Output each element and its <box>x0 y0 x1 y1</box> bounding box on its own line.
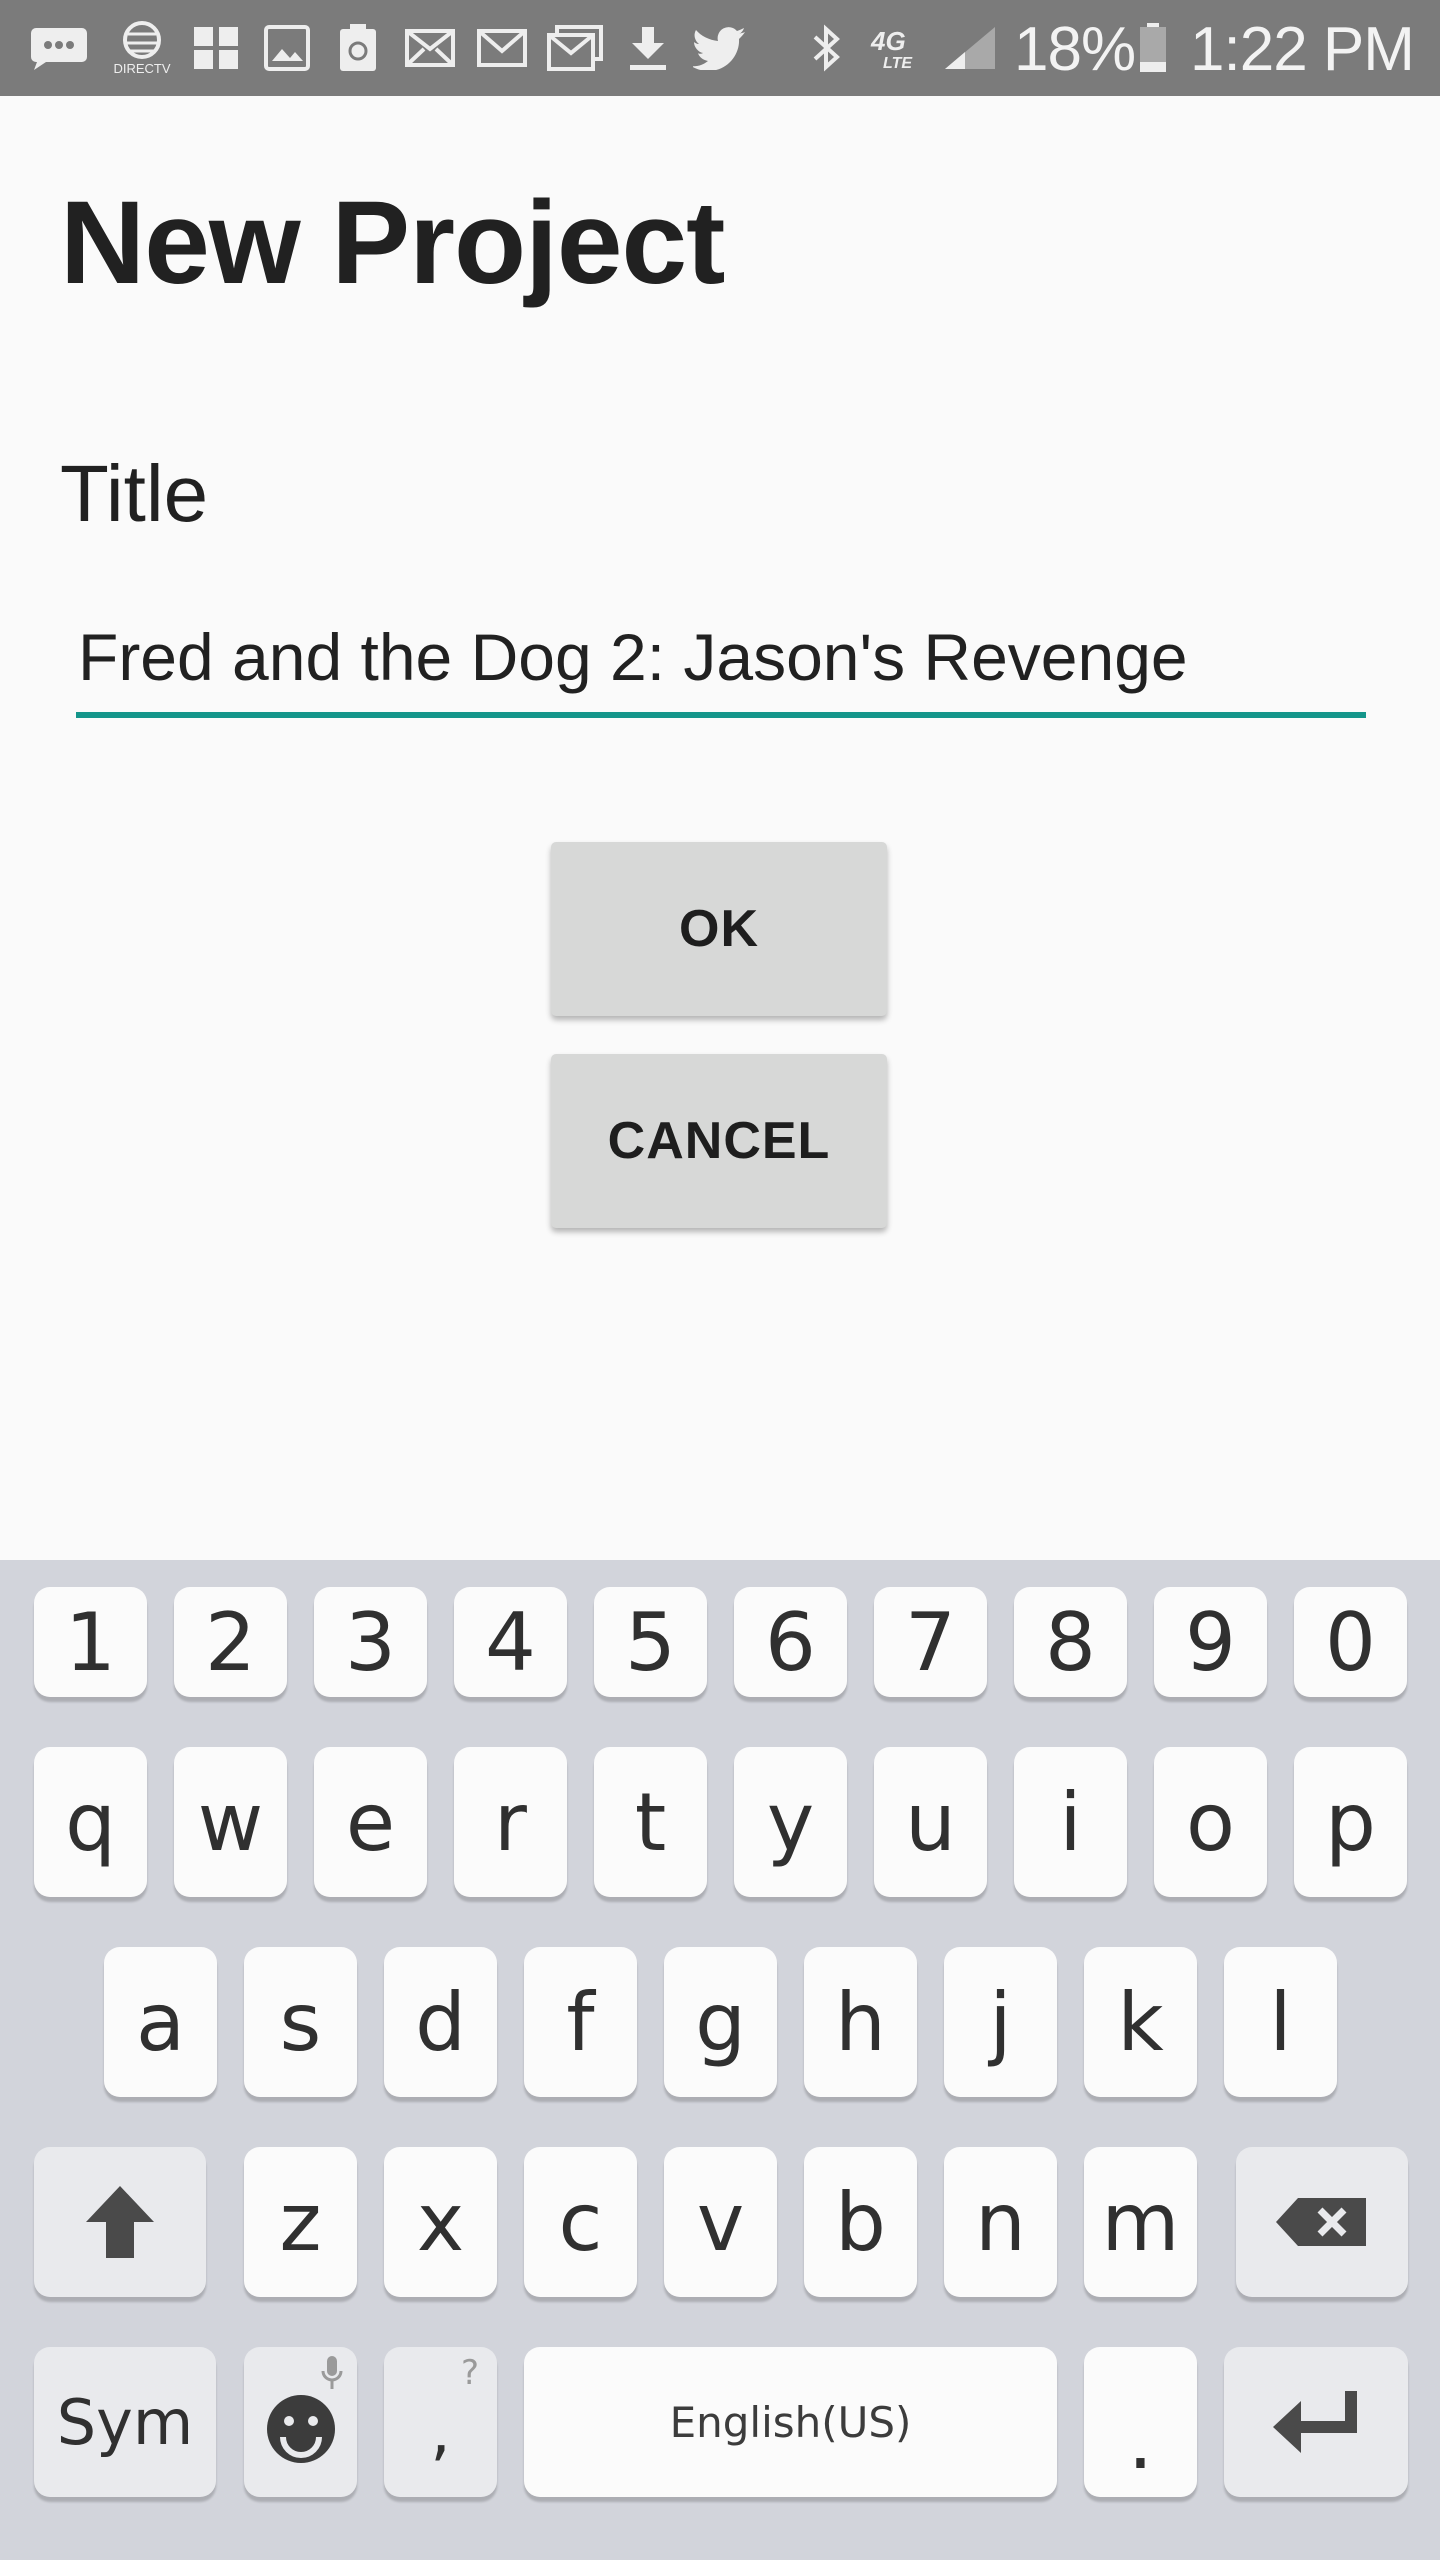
key-8[interactable]: 8 <box>1014 1587 1127 1697</box>
backspace-icon <box>1274 2196 1370 2248</box>
page-title: New Project <box>60 177 725 309</box>
ok-button[interactable]: OK <box>551 842 887 1016</box>
key-z[interactable]: z <box>244 2147 357 2297</box>
backspace-key[interactable] <box>1236 2147 1408 2297</box>
key-4[interactable]: 4 <box>454 1587 567 1697</box>
key-k[interactable]: k <box>1084 1947 1197 2097</box>
key-3[interactable]: 3 <box>314 1587 427 1697</box>
key-2[interactable]: 2 <box>174 1587 287 1697</box>
key-n[interactable]: n <box>944 2147 1057 2297</box>
key-f[interactable]: f <box>524 1947 637 2097</box>
emoji-key[interactable] <box>244 2347 357 2497</box>
key-p[interactable]: p <box>1294 1747 1407 1897</box>
key-r[interactable]: r <box>454 1747 567 1897</box>
image-icon <box>262 0 312 96</box>
title-input[interactable] <box>76 610 1366 718</box>
key-c[interactable]: c <box>524 2147 637 2297</box>
key-q[interactable]: q <box>34 1747 147 1897</box>
comma-key[interactable]: ? , <box>384 2347 497 2497</box>
key-t[interactable]: t <box>594 1747 707 1897</box>
key-7[interactable]: 7 <box>874 1587 987 1697</box>
clock: 1:22 PM <box>1190 15 1415 84</box>
key-x[interactable]: x <box>384 2147 497 2297</box>
svg-text:4G: 4G <box>870 26 906 56</box>
key-5[interactable]: 5 <box>594 1587 707 1697</box>
shift-arrow-icon <box>84 2184 156 2260</box>
directv-icon: DIRECTV <box>112 0 172 96</box>
key-u[interactable]: u <box>874 1747 987 1897</box>
key-w[interactable]: w <box>174 1747 287 1897</box>
signal-icon <box>942 0 998 96</box>
key-h[interactable]: h <box>804 1947 917 2097</box>
comma-key-hint: ? <box>460 2353 479 2393</box>
svg-text:LTE: LTE <box>883 55 913 72</box>
soft-keyboard: 1 2 3 4 5 6 7 8 9 0 q w e r t y u i o p … <box>0 1560 1440 2560</box>
key-j[interactable]: j <box>944 1947 1057 2097</box>
key-e[interactable]: e <box>314 1747 427 1897</box>
enter-arrow-icon <box>1271 2387 1361 2457</box>
enter-key[interactable] <box>1224 2347 1408 2497</box>
key-l[interactable]: l <box>1224 1947 1337 2097</box>
period-key[interactable]: . <box>1084 2347 1197 2497</box>
gmail-icon <box>476 0 528 96</box>
key-9[interactable]: 9 <box>1154 1587 1267 1697</box>
cancel-button[interactable]: CANCEL <box>551 1054 887 1228</box>
gmail-stack-icon <box>546 0 604 96</box>
battery-icon <box>1136 0 1170 96</box>
space-key[interactable]: English(US) <box>524 2347 1057 2497</box>
key-m[interactable]: m <box>1084 2147 1197 2297</box>
key-0[interactable]: 0 <box>1294 1587 1407 1697</box>
key-b[interactable]: b <box>804 2147 917 2297</box>
comma-key-label: , <box>430 2395 451 2469</box>
microphone-icon <box>321 2355 343 2391</box>
key-a[interactable]: a <box>104 1947 217 2097</box>
period-key-label: . <box>1127 2393 1154 2487</box>
recycle-icon <box>336 0 380 96</box>
shift-key[interactable] <box>34 2147 206 2297</box>
key-v[interactable]: v <box>664 2147 777 2297</box>
key-6[interactable]: 6 <box>734 1587 847 1697</box>
key-i[interactable]: i <box>1014 1747 1127 1897</box>
battery-percent: 18% <box>1014 15 1136 84</box>
key-d[interactable]: d <box>384 1947 497 2097</box>
emoji-icon <box>265 2393 337 2465</box>
calendar-grid-icon <box>190 0 242 96</box>
status-bar: DIRECTV 4G LTE 18% 1:22 PM <box>0 0 1440 96</box>
email-icon <box>404 0 456 96</box>
twitter-icon <box>692 0 748 96</box>
key-1[interactable]: 1 <box>34 1587 147 1697</box>
bluetooth-icon <box>808 0 844 96</box>
key-s[interactable]: s <box>244 1947 357 2097</box>
chat-bubble-icon <box>30 0 88 96</box>
key-y[interactable]: y <box>734 1747 847 1897</box>
key-o[interactable]: o <box>1154 1747 1267 1897</box>
4g-lte-icon: 4G LTE <box>868 0 924 96</box>
download-icon <box>626 0 670 96</box>
key-g[interactable]: g <box>664 1947 777 2097</box>
sym-key[interactable]: Sym <box>34 2347 216 2497</box>
title-label: Title <box>60 449 209 538</box>
